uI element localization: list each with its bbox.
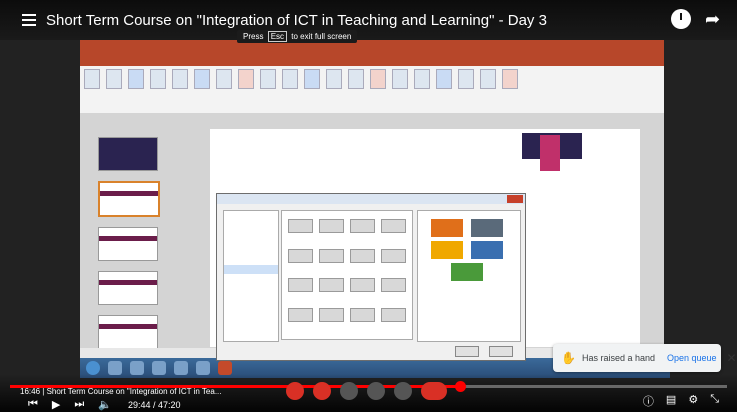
raise-hand-icon	[340, 382, 358, 400]
info-icon[interactable]: ⓘ	[643, 393, 654, 409]
slide-thumbnail	[98, 271, 158, 305]
next-icon[interactable]: ⏭	[74, 398, 84, 411]
close-icon	[507, 195, 523, 203]
info-time: 16:46	[20, 387, 41, 396]
tip-prefix: Press	[243, 32, 264, 41]
microphone-off-icon	[286, 382, 304, 400]
raised-hand-text: Has raised a hand	[581, 353, 655, 363]
video-top-bar: Short Term Course on "Integration of ICT…	[0, 0, 737, 40]
slide-thumbnails	[86, 129, 160, 355]
powerpoint-workarea	[80, 113, 664, 361]
tip-suffix: to exit full screen	[291, 32, 352, 41]
player-controls: ⏮ ▶ ⏭ 🔈 29:44 / 47:20	[28, 398, 181, 411]
more-options-icon	[394, 382, 412, 400]
fullscreen-exit-icon[interactable]: ⤡	[710, 393, 719, 409]
fullscreen-exit-tip: Press Esc to exit full screen	[237, 30, 358, 43]
powerpoint-ribbon-tabs	[80, 54, 664, 66]
slide-thumbnail	[98, 315, 158, 349]
previous-icon[interactable]: ⏮	[28, 398, 38, 411]
video-title: Short Term Course on "Integration of ICT…	[46, 11, 547, 29]
subtitles-icon[interactable]: ▤	[666, 393, 676, 409]
volume-icon[interactable]: 🔈	[98, 398, 112, 411]
info-title: Short Term Course on "Integration of ICT…	[46, 387, 222, 396]
slide-thumbnail	[98, 227, 158, 261]
dialog-titlebar	[217, 194, 525, 204]
video-frame: Short Term Course on "Integration of ICT…	[0, 0, 737, 412]
dialog-category-list	[223, 210, 279, 342]
powerpoint-ribbon	[80, 66, 664, 119]
clock-icon[interactable]	[671, 9, 691, 29]
time-display: 29:44 / 47:20	[127, 399, 181, 410]
chapter-info: 16:46 | Short Term Course on "Integratio…	[20, 387, 222, 396]
close-icon[interactable]: ✕	[727, 351, 737, 365]
play-icon[interactable]: ▶	[52, 398, 60, 411]
open-queue-link[interactable]: Open queue	[667, 353, 717, 363]
raised-hand-icon: ✋	[561, 351, 576, 365]
raised-hand-notification: ✋ Has raised a hand Open queue ✕	[553, 344, 737, 372]
slide-thumbnail	[98, 181, 160, 217]
slide-thumbnail	[98, 137, 158, 171]
powerpoint-titlebar	[80, 40, 664, 54]
settings-icon[interactable]: ⚙	[688, 393, 698, 409]
dialog-layout-grid	[281, 210, 413, 340]
dialog-preview	[417, 210, 521, 342]
hang-up-icon	[421, 382, 447, 400]
meet-call-controls	[286, 380, 447, 402]
top-right-controls: ➦	[671, 9, 725, 29]
present-icon	[367, 382, 385, 400]
smartart-dialog	[216, 193, 526, 361]
dialog-cancel-button	[489, 346, 513, 357]
share-icon[interactable]: ➦	[705, 9, 725, 29]
tip-key: Esc	[267, 31, 288, 42]
camera-off-icon	[313, 382, 331, 400]
menu-icon[interactable]	[22, 14, 36, 26]
player-right-controls: ⓘ ▤ ⚙ ⤡	[643, 393, 719, 409]
video-powerpoint-window	[80, 40, 670, 378]
dialog-ok-button	[455, 346, 479, 357]
smartart-preview-graphic	[427, 217, 511, 283]
